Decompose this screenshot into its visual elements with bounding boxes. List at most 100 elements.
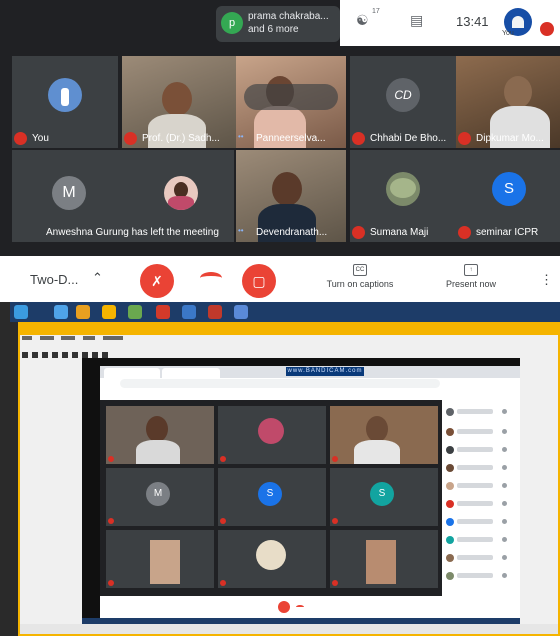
participant-name: Chhabi De Bho... (370, 133, 447, 144)
present-label: Present now (445, 279, 497, 289)
meet-right-tools: ☯ 17 ▤ 13:41 You (340, 0, 560, 46)
people-icon[interactable]: ☯ (356, 12, 369, 29)
mic-toggle-button[interactable]: ✗ (140, 264, 174, 298)
participant-avatar: S (492, 172, 526, 206)
mic-off-icon (124, 132, 137, 145)
mic-off-icon (458, 226, 471, 239)
clock: 13:41 (456, 14, 489, 29)
present-icon: ↑ (464, 264, 478, 276)
participant-name: You (32, 133, 49, 144)
meet-controls-bar: Two-D... ⌃ ✗ ▢ CC Turn on captions ↑ Pre… (0, 256, 560, 302)
mic-off-icon (458, 132, 471, 145)
inner-tile: S (330, 468, 438, 526)
self-label: You (502, 30, 514, 37)
speaking-icon: •• (238, 132, 244, 141)
more-options-icon[interactable]: ⋮ (540, 272, 553, 288)
vlc-toolbar[interactable] (22, 345, 162, 358)
presenter-text: prama chakraba... and 6 more (248, 10, 338, 36)
chat-icon[interactable]: ▤ (410, 12, 423, 29)
hang-up-button[interactable] (200, 272, 222, 284)
meet-grid-view: p prama chakraba... and 6 more ☯ 17 ▤ 13… (0, 0, 560, 256)
participant-avatar (386, 172, 420, 206)
vlc-menu-bar (22, 336, 123, 342)
inner-tile (106, 406, 214, 464)
app-icon[interactable] (156, 305, 170, 319)
participant-avatar (164, 176, 198, 210)
mic-off-icon (352, 226, 365, 239)
chevron-up-icon[interactable]: ⌃ (92, 270, 103, 286)
participant-name: Sumana Maji (370, 227, 429, 238)
participant-name: Panneerselva... (256, 133, 326, 144)
participant-name: seminar ICPR (476, 227, 539, 238)
inner-avatar: S (258, 482, 282, 506)
inner-controls-bar (100, 596, 442, 618)
browser-tab[interactable] (104, 368, 160, 378)
desktop-recording: www.BANDICAM.com M S S (0, 302, 560, 636)
participant-name: Prof. (Dr.) Sadh... (142, 133, 220, 144)
participant-avatar (48, 78, 82, 112)
app-icon[interactable] (182, 305, 196, 319)
recording-indicator-icon (540, 22, 554, 36)
recorded-screen: www.BANDICAM.com M S S (82, 358, 520, 620)
participants-count: 17 (372, 8, 380, 15)
captions-label: Turn on captions (326, 279, 394, 289)
inner-tile (330, 406, 438, 464)
pin-overlay[interactable] (244, 84, 338, 110)
meet-top-bar: p prama chakraba... and 6 more ☯ 17 ▤ 13… (0, 0, 560, 46)
presenter-avatar: p (221, 12, 243, 34)
mic-off-icon (14, 132, 27, 145)
inner-tile: S (218, 468, 326, 526)
participant-video (504, 76, 532, 108)
participant-video (272, 172, 302, 206)
participant-tile[interactable]: S seminar ICPR (456, 150, 560, 242)
address-bar[interactable] (120, 379, 440, 388)
app-icon[interactable] (208, 305, 222, 319)
participant-tile[interactable]: Prof. (Dr.) Sadh... (122, 56, 236, 148)
participant-video (162, 82, 192, 116)
participant-name: Dipkumar Mo... (476, 133, 544, 144)
browser-window: www.BANDICAM.com M S S (100, 366, 520, 618)
inner-tile (106, 530, 214, 588)
presenter-more: and 6 more (248, 24, 299, 35)
participant-tile[interactable]: You (12, 56, 118, 148)
browser-tab-strip: www.BANDICAM.com (100, 366, 520, 378)
folder-icon[interactable] (76, 305, 90, 319)
browser-tab[interactable] (162, 368, 220, 378)
vlc-icon[interactable] (102, 305, 116, 319)
inner-avatar: M (146, 482, 170, 506)
vlc-status-bar (20, 624, 558, 634)
participant-name: Devendranath... (256, 227, 328, 238)
app-icon[interactable] (234, 305, 248, 319)
left-meeting-notice: Anweshna Gurung has left the meeting (46, 227, 219, 238)
vlc-window: www.BANDICAM.com M S S (18, 322, 560, 636)
ie-icon[interactable] (54, 305, 68, 319)
inner-tile (218, 530, 326, 588)
participants-panel (442, 400, 520, 618)
participant-tile[interactable]: Sumana Maji (350, 150, 456, 242)
participant-tile[interactable]: CD Chhabi De Bho... (350, 56, 456, 148)
app-icon[interactable] (128, 305, 142, 319)
meeting-title[interactable]: Two-D... (30, 272, 78, 287)
camera-off-icon: ▢ (252, 273, 266, 289)
participant-tile[interactable]: Dipkumar Mo... (456, 56, 560, 148)
camera-toggle-button[interactable]: ▢ (242, 264, 276, 298)
windows-taskbar (10, 302, 560, 322)
mic-off-icon: ✗ (151, 273, 163, 289)
speaking-icon: •• (238, 226, 244, 235)
presenter-chip[interactable]: p prama chakraba... and 6 more (216, 6, 340, 42)
inner-tile (218, 406, 326, 464)
inner-tile (330, 530, 438, 588)
start-icon[interactable] (14, 305, 28, 319)
participant-tile[interactable]: •• Panneerselva... (236, 56, 346, 148)
mic-off-icon (352, 132, 365, 145)
inner-tile: M (106, 468, 214, 526)
inner-avatar: S (370, 482, 394, 506)
present-now-button[interactable]: ↑ Present now (436, 264, 506, 289)
bookmarks-bar (102, 390, 442, 398)
captions-icon: CC (353, 264, 367, 276)
inner-meet-grid: M S S (100, 400, 442, 618)
participant-tile[interactable]: M Anweshna Gurung has left the meeting (12, 150, 234, 242)
participant-tile[interactable]: •• Devendranath... (236, 150, 346, 242)
presenter-name: prama chakraba... (248, 11, 329, 22)
captions-button[interactable]: CC Turn on captions (320, 264, 400, 289)
